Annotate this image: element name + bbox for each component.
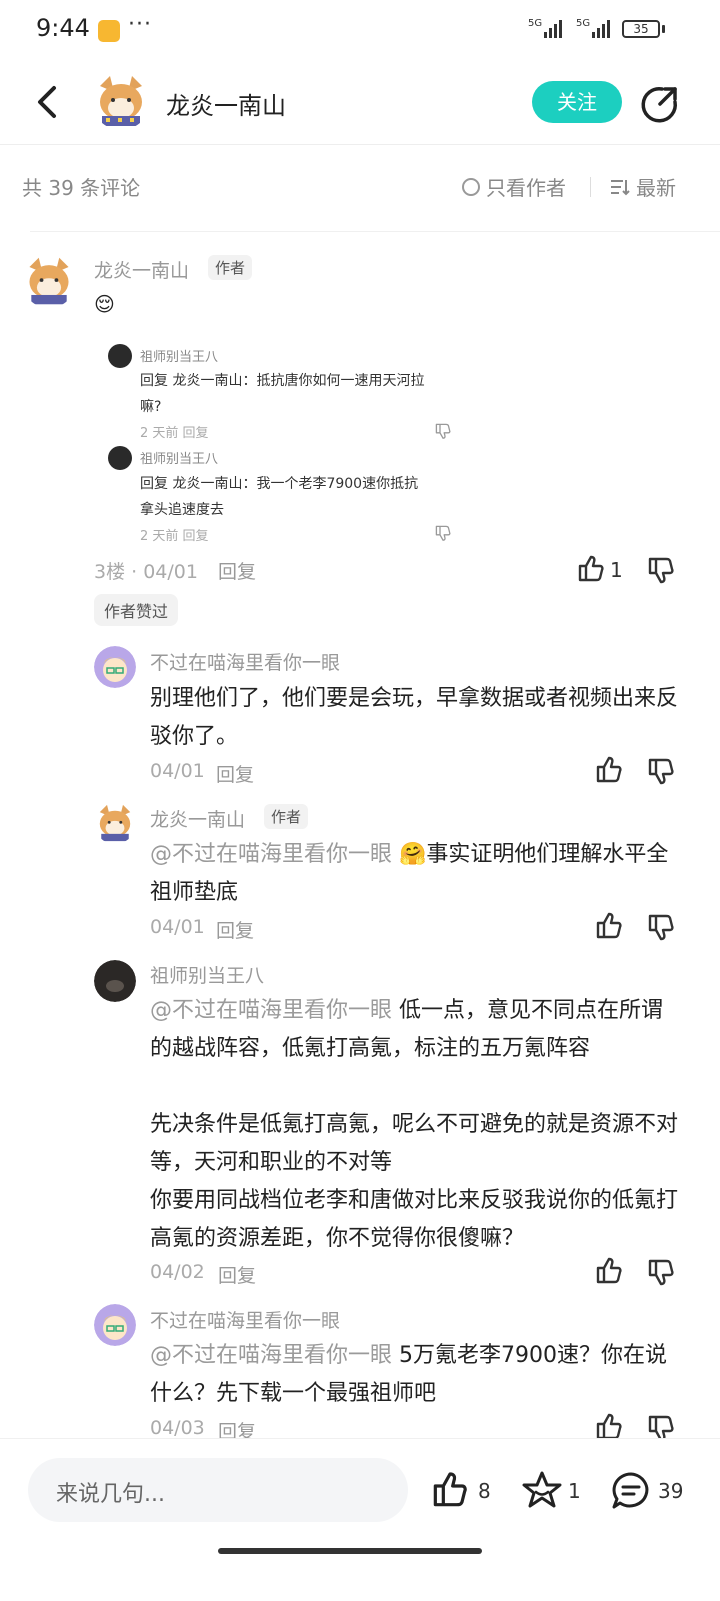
comment-author-name[interactable]: 龙炎一南山	[94, 256, 189, 283]
reply-text: @不过在喵海里看你一眼 🤗事实证明他们理解水平全祖师垫底	[150, 836, 680, 912]
sc-reply2-text-cont: 拿头追速度去	[140, 502, 224, 518]
reply-button[interactable]: 回复	[218, 1261, 256, 1288]
reply-avatar[interactable]	[94, 960, 136, 1002]
reply-date: 04/03	[150, 1417, 205, 1439]
comment-count: 39	[658, 1479, 684, 1503]
like-icon[interactable]	[430, 1470, 470, 1510]
reply-text: 别理他们了，他们要是会玩，早拿数据或者视频出来反驳你了。	[150, 686, 679, 749]
embedded-screenshot[interactable]: 祖师别当王八 回复 龙炎一南山：抵抗唐你如何一速用天河拉 嘛? 2 天前 回复 …	[96, 334, 476, 544]
reply-date: 04/01	[150, 916, 205, 938]
filter-separator	[590, 177, 591, 197]
sc-reply2-meta: 2 天前 回复	[140, 529, 209, 544]
reply-text: @不过在喵海里看你一眼 5万氪老李7900速？你在说什么？先下载一个最强祖师吧	[150, 1337, 680, 1413]
signal-1-icon	[544, 20, 562, 38]
reply-button[interactable]: 回复	[216, 916, 254, 943]
comment-count-label: 共 39 条评论	[22, 176, 141, 200]
sc-reply1-name: 祖师别当王八	[140, 350, 219, 365]
status-time: 9:44	[36, 14, 90, 42]
reply-text-line2: 先决条件是低氪打高氪，呢么不可避免的就是资源不对等，天河和职业的不对等	[150, 1112, 679, 1175]
signal-label-1: 5G	[528, 18, 543, 29]
author-tag: 作者	[208, 255, 253, 280]
sc-reply2-name: 祖师别当王八	[140, 452, 219, 467]
more-notifications-icon: ···	[128, 12, 152, 37]
mention-link[interactable]: @不过在喵海里看你一眼	[150, 842, 399, 867]
author-avatar[interactable]	[92, 72, 150, 130]
reply-avatar	[108, 344, 132, 368]
share-icon[interactable]	[640, 84, 680, 124]
home-indicator[interactable]	[218, 1548, 482, 1554]
sc-reply1-text: 回复 龙炎一南山：抵抗唐你如何一速用天河拉	[140, 373, 425, 389]
back-arrow-icon[interactable]	[30, 82, 66, 122]
reply-text-line3: 你要用同战档位老李和唐做对比来反驳我说你的低氪打高氪的资源差距，你不觉得你很傻嘛…	[150, 1188, 679, 1251]
comment-filter-bar: 共 39 条评论 只看作者 最新	[0, 160, 720, 210]
thumbs-down-icon	[435, 525, 451, 541]
reply-author-name[interactable]: 龙炎一南山	[150, 805, 245, 832]
thumbs-down-icon[interactable]	[646, 912, 676, 942]
notes-app-icon	[98, 20, 120, 42]
radio-unchecked-icon	[462, 177, 480, 196]
comment-input-placeholder[interactable]: 来说几句...	[56, 1476, 165, 1508]
mention-link[interactable]: @不过在喵海里看你一眼	[150, 998, 399, 1023]
thumbs-down-icon[interactable]	[646, 1257, 676, 1287]
sort-lines-icon	[611, 179, 630, 195]
signal-2-icon	[592, 20, 610, 38]
thumbs-up-icon[interactable]	[594, 911, 624, 941]
battery-tip	[662, 25, 665, 33]
reply-date: 04/01	[150, 760, 205, 782]
sc-reply1-text-cont: 嘛?	[140, 399, 162, 415]
filter-divider	[30, 231, 720, 232]
thumbs-up-icon[interactable]	[576, 554, 606, 584]
reply-avatar[interactable]	[94, 646, 136, 688]
comment-emoji: 😌	[94, 292, 115, 316]
thumbs-up-icon[interactable]	[594, 755, 624, 785]
reply-emoji: 🤗	[399, 842, 427, 867]
thumbs-down-icon[interactable]	[646, 756, 676, 786]
like-count: 8	[478, 1479, 491, 1503]
signal-label-2: 5G	[576, 18, 591, 29]
author-tag: 作者	[264, 804, 309, 829]
reply-avatar[interactable]	[94, 802, 136, 844]
header-author-name[interactable]: 龙炎一南山	[166, 86, 286, 121]
follow-button[interactable]: 关注	[532, 81, 622, 123]
only-author-toggle[interactable]: 只看作者	[462, 172, 566, 201]
comment-floor-date: 3楼 · 04/01	[94, 561, 198, 583]
status-bar: 9:44 ··· 5G 5G 35	[0, 0, 720, 60]
reply-date: 04/02	[150, 1261, 205, 1283]
thumbs-down-icon[interactable]	[646, 555, 676, 585]
reply-button[interactable]: 回复	[216, 760, 254, 787]
sort-button[interactable]: 最新	[610, 172, 676, 201]
sc-reply1-meta: 2 天前 回复	[140, 426, 209, 441]
header-divider	[0, 144, 720, 145]
thumbs-up-icon[interactable]	[594, 1256, 624, 1286]
comment-author-avatar[interactable]	[22, 254, 76, 308]
mention-link[interactable]: @不过在喵海里看你一眼	[150, 1343, 399, 1368]
author-liked-badge: 作者赞过	[94, 594, 179, 626]
comment-reply-button[interactable]: 回复	[218, 557, 256, 584]
reply-text: @不过在喵海里看你一眼 低一点，意见不同点在所谓的越战阵容，低氪打高氪，标注的五…	[150, 992, 680, 1068]
reply-author-name[interactable]: 不过在喵海里看你一眼	[150, 1306, 340, 1333]
reply-author-name[interactable]: 不过在喵海里看你一眼	[150, 648, 340, 675]
battery-icon: 35	[622, 20, 660, 38]
sort-label: 最新	[636, 176, 676, 200]
comment-like-count: 1	[610, 558, 623, 582]
favorite-star-icon[interactable]	[522, 1470, 562, 1510]
reply-avatar[interactable]	[94, 1304, 136, 1346]
reply-avatar	[108, 446, 132, 470]
sc-reply2-text: 回复 龙炎一南山：我一个老李7900速你抵抗	[140, 476, 419, 492]
comment-bubble-icon[interactable]	[610, 1470, 652, 1512]
thumbs-down-icon	[435, 423, 451, 439]
favorite-count: 1	[568, 1479, 581, 1503]
only-author-label: 只看作者	[486, 176, 566, 200]
bottom-divider	[0, 1438, 720, 1439]
top-header: 龙炎一南山 关注	[0, 60, 720, 144]
reply-author-name[interactable]: 祖师别当王八	[150, 961, 264, 988]
